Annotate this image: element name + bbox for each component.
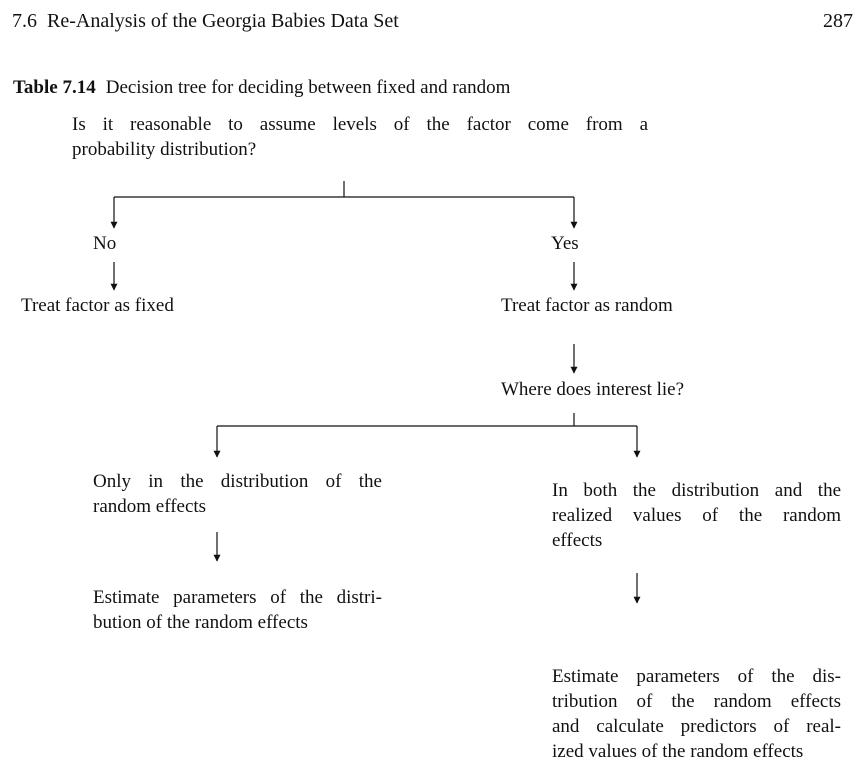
right-result-line-3: and calculate predictors of real- (552, 716, 841, 737)
interest-question: Where does interest lie? (501, 379, 685, 400)
left-result-line-1: Estimate parameters of the distri- (93, 587, 382, 608)
left-result-line-2: bution of the random effects (93, 612, 308, 633)
right-result-line-1: Estimate parameters of the dis- (552, 666, 841, 687)
root-question: Is it reasonable to assume levels of the… (72, 112, 648, 162)
left-result-box: Estimate parameters of the distri- butio… (93, 585, 382, 635)
right-result-line-2: tribution of the random effects (552, 691, 841, 712)
yes-label: Yes (551, 233, 579, 254)
right-branch-box: In both the distribution and the realize… (552, 478, 841, 553)
left-branch-box: Only in the distribution of the random e… (93, 469, 382, 519)
treat-fixed-outcome: Treat factor as fixed (21, 295, 174, 316)
treat-random-outcome: Treat factor as random (501, 295, 673, 316)
left-branch-line-2: random effects (93, 496, 207, 517)
left-branch-line-1: Only in the distribution of the (93, 471, 382, 492)
right-result-line-4: ized values of the random effects (552, 741, 804, 762)
no-label: No (93, 233, 117, 254)
right-branch-line-3: effects (552, 530, 603, 551)
right-result-box: Estimate parameters of the dis- tributio… (552, 664, 841, 764)
right-branch-line-1: In both the distribution and the (552, 480, 841, 501)
root-question-line-2: probability distribution? (72, 139, 257, 160)
right-branch-line-2: realized values of the random (552, 505, 841, 526)
root-question-line-1: Is it reasonable to assume levels of the… (72, 114, 648, 135)
